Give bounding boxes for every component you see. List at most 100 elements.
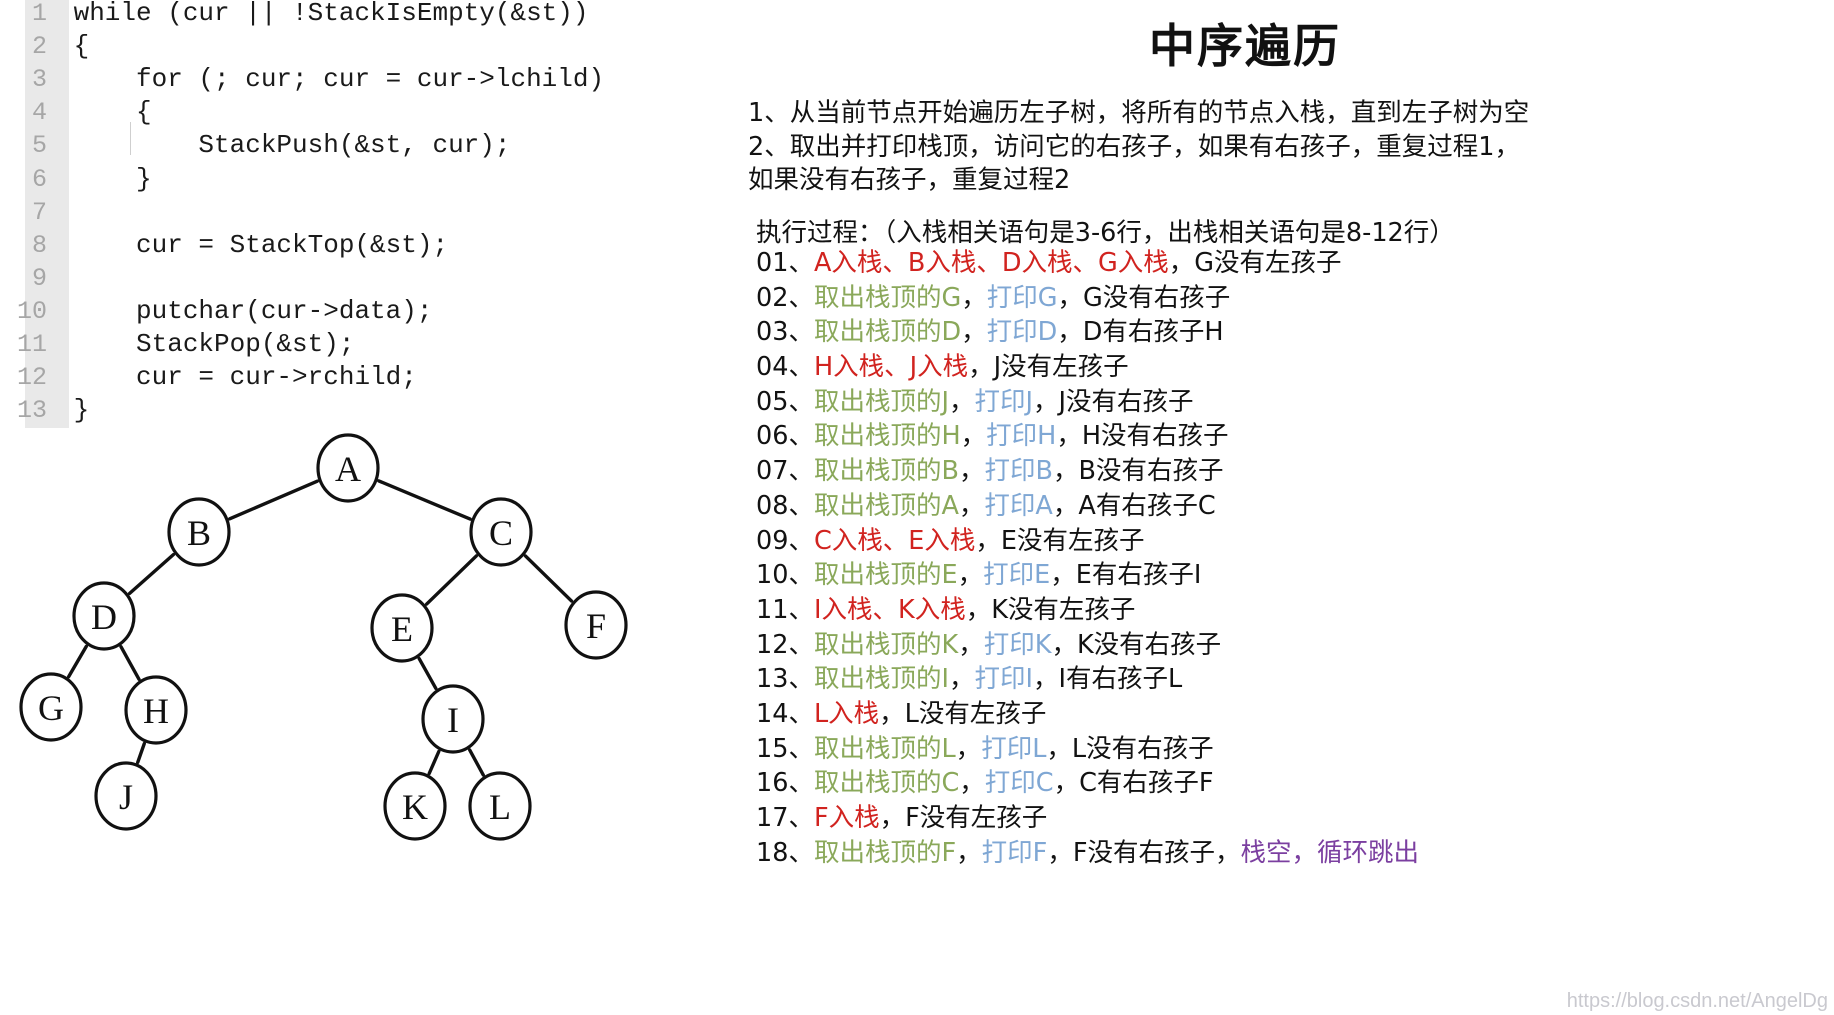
step-segment-pop: 取出栈顶的J [813, 386, 949, 417]
page-title: 中序遍历 [1149, 19, 1341, 73]
step-segment-plain: ，I有右孩子L [1033, 664, 1183, 695]
step-segment-plain: ，J没有右孩子 [1033, 386, 1194, 417]
step-segment-plain: ，H没有右孩子 [1056, 421, 1229, 452]
tree-edge-A-C [377, 479, 472, 521]
step-segment-plain: ，D有右孩子H [1057, 317, 1224, 348]
step-segment-pop: 取出栈顶的C [813, 768, 960, 799]
step-segment-print: 打印I [974, 664, 1034, 695]
watermark: https://blog.csdn.net/AngelDg [1566, 990, 1828, 1012]
code-line: 4 { [0, 96, 152, 129]
step-segment-plain: ， [959, 768, 985, 799]
code-line-text: } [58, 395, 90, 426]
process-step-row: 08、取出栈顶的A，打印A，A有右孩子C [756, 489, 1834, 524]
step-segment-pop: 取出栈顶的I [813, 664, 949, 695]
step-segment-push: I入栈、K入栈 [813, 594, 966, 625]
code-line-number: 8 [31, 230, 47, 260]
process-step-row: 11、I入栈、K入栈，K没有左孩子 [756, 593, 1834, 628]
code-line-number: 4 [31, 98, 47, 128]
step-number: 18、 [756, 837, 814, 868]
process-step-row: 01、A入栈、B入栈、D入栈、G入栈，G没有左孩子 [756, 246, 1834, 281]
tree-node-J: J [94, 761, 158, 831]
process-step-row: 18、取出栈顶的F，打印F，F没有右孩子，栈空，循环跳出 [756, 836, 1834, 871]
tree-node-label: J [119, 777, 133, 817]
step-segment-plain: ，G没有右孩子 [1057, 282, 1231, 313]
step-segment-plain: ， [958, 456, 985, 487]
tree-node-label: K [402, 787, 428, 827]
code-line-number: 2 [31, 32, 47, 62]
step-segment-plain: ，B没有右孩子 [1052, 456, 1224, 487]
tree-edge-I-L [468, 748, 485, 777]
process-step-row: 12、取出栈顶的K，打印K，K没有右孩子 [756, 628, 1834, 663]
code-line: 13 } [0, 394, 89, 427]
tree-edge-C-F [523, 554, 574, 603]
step-segment-pop: 取出栈顶的K [813, 629, 959, 660]
process-step-row: 16、取出栈顶的C，打印C，C有右孩子F [756, 766, 1834, 801]
code-block: 1 while (cur || !StackIsEmpty(&st)) 2 {3 … [0, 0, 740, 428]
tree-node-label: C [489, 513, 513, 553]
tree-node-label: D [91, 597, 117, 637]
process-step-row: 02、取出栈顶的G，打印G，G没有右孩子 [756, 281, 1834, 316]
code-line: 2 { [0, 30, 89, 63]
step-segment-plain: ，L没有右孩子 [1046, 733, 1214, 764]
step-segment-plain: ， [957, 560, 984, 591]
process-step-row: 09、C入栈、E入栈，E没有左孩子 [756, 524, 1834, 559]
tree-node-C: C [469, 497, 533, 567]
step-segment-plain: ，C有右孩子F [1053, 768, 1214, 799]
code-line: 1 while (cur || !StackIsEmpty(&st)) [0, 0, 589, 30]
code-line-number: 6 [31, 164, 47, 194]
tree-node-label: I [447, 700, 459, 740]
tree-node-I: I [421, 684, 485, 754]
step-number: 17、 [756, 803, 814, 833]
step-number: 15、 [756, 733, 814, 764]
process-step-row: 17、F入栈，F没有左孩子 [756, 801, 1834, 836]
code-line: 5 StackPush(&st, cur); [0, 129, 511, 162]
left-pane: 1 while (cur || !StackIsEmpty(&st)) 2 {3 … [0, 0, 740, 1015]
tree-edge-D-G [66, 644, 89, 679]
step-segment-plain: ，E有右孩子I [1050, 560, 1202, 591]
code-line: 11 StackPop(&st); [0, 328, 354, 361]
step-segment-plain: ，L没有左孩子 [879, 698, 1047, 729]
step-segment-pop: 取出栈顶的F [813, 837, 957, 868]
step-segment-print: 打印C [984, 768, 1054, 799]
step-segment-plain: ，F没有右孩子， [1047, 837, 1241, 868]
step-number: 05、 [756, 386, 814, 417]
step-segment-push: C入栈、E入栈 [813, 525, 976, 556]
step-number: 12、 [756, 629, 814, 660]
step-segment-plain: ，E没有左孩子 [975, 525, 1145, 556]
code-line-number: 13 [16, 396, 47, 426]
step-segment-plain: ， [961, 282, 987, 313]
code-line-text: { [58, 97, 152, 128]
tree-node-K: K [383, 771, 447, 841]
tree-node-label: F [586, 606, 606, 646]
process-step-row: 10、取出栈顶的E，打印E，E有右孩子I [756, 558, 1834, 593]
code-line-text: { [58, 31, 90, 62]
step-number: 04、 [756, 352, 814, 383]
tree-node-F: F [564, 590, 628, 660]
step-segment-pop: 取出栈顶的L [813, 733, 956, 764]
step-segment-print: 打印H [986, 421, 1057, 452]
tree-edge-C-E [424, 554, 479, 606]
step-segment-print: 打印D [986, 317, 1058, 348]
step-segment-print: 打印E [983, 560, 1051, 591]
binary-tree-svg: A B C D E F G H I J K L [19, 433, 628, 841]
tree-edge-I-K [427, 749, 441, 776]
process-step-row: 14、L入栈，L没有左孩子 [756, 697, 1834, 732]
code-line-text: cur = cur->rchild; [58, 362, 417, 393]
step-segment-plain: ， [955, 733, 982, 764]
process-header: 执行过程：（入栈相关语句是3-6行，出栈相关语句是8-12行） [756, 218, 1455, 248]
code-line-number: 1 [31, 0, 47, 28]
code-line-number: 5 [31, 131, 47, 161]
step-segment-print: 打印A [984, 490, 1053, 521]
tree-node-L: L [468, 771, 532, 841]
step-segment-plain: ，K没有左孩子 [965, 594, 1136, 625]
tree-node-label: H [143, 691, 169, 731]
process-step-row: 07、取出栈顶的B，打印B，B没有右孩子 [756, 454, 1834, 489]
step-number: 02、 [756, 282, 814, 313]
process-step-row: 04、H入栈、J入栈，J没有左孩子 [756, 350, 1834, 385]
step-segment-plain: ， [961, 317, 987, 348]
step-number: 06、 [756, 421, 814, 452]
binary-tree-diagram: A B C D E F G H I J K L [0, 424, 740, 1015]
step-segment-plain: ， [948, 664, 975, 695]
